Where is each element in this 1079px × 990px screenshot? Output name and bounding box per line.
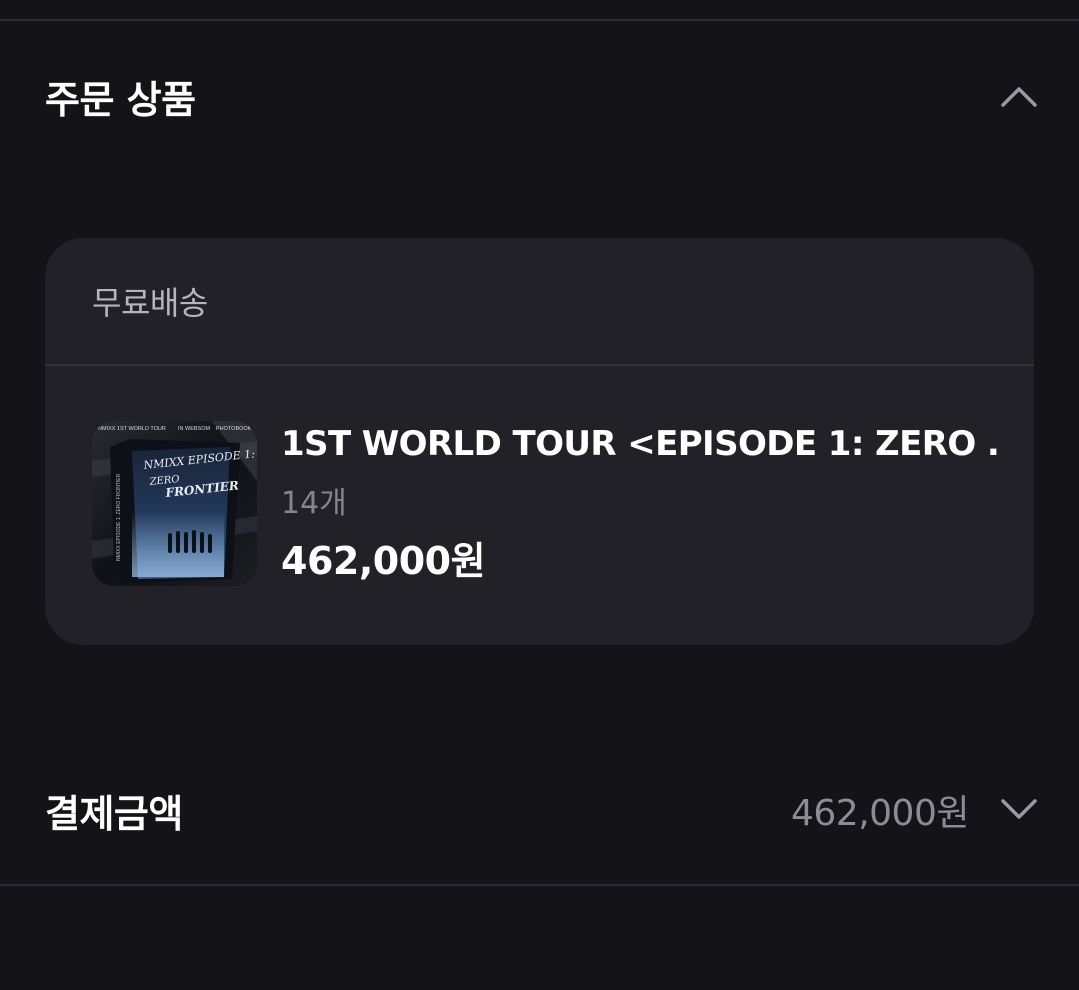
order-items-title: 주문 상품 [45, 77, 196, 122]
chevron-down-icon[interactable] [991, 782, 1047, 838]
product-name[interactable]: 1ST WORLD TOUR <EPISODE 1: ZERO ... [281, 424, 1001, 464]
product-quantity: 14개 [281, 486, 347, 521]
order-summary-screen: 주문 상품 무료배송 NMIXX 1ST WORLD TOUR IN WEBSO… [0, 0, 1079, 990]
order-item-card: 무료배송 NMIXX 1ST WORLD TOUR IN WEBSOM PHOT… [45, 238, 1034, 645]
order-items-header[interactable]: 주문 상품 [45, 66, 1037, 126]
thumbnail-header-text: PHOTOBOOK [216, 426, 252, 432]
top-divider [0, 19, 1079, 21]
chevron-up-icon[interactable] [991, 68, 1047, 124]
thumbnail-header-text: IN WEBSOM [178, 426, 211, 432]
payment-title: 결제금액 [45, 791, 183, 836]
product-price: 462,000원 [281, 539, 486, 583]
payment-amount-row[interactable]: 결제금액 462,000원 [45, 780, 1037, 840]
thumbnail-header-text: NMIXX 1ST WORLD TOUR [98, 426, 166, 432]
card-divider [45, 364, 1034, 366]
bottom-divider [0, 884, 1079, 886]
product-thumbnail[interactable]: NMIXX 1ST WORLD TOUR IN WEBSOM PHOTOBOOK… [92, 421, 257, 586]
payment-summary: 462,000원 [791, 782, 1037, 838]
thumbnail-spine-text: NMIXX EPISODE 1: ZERO FRONTIER [116, 473, 122, 561]
shipping-label: 무료배송 [92, 284, 208, 322]
payment-amount: 462,000원 [791, 793, 970, 834]
